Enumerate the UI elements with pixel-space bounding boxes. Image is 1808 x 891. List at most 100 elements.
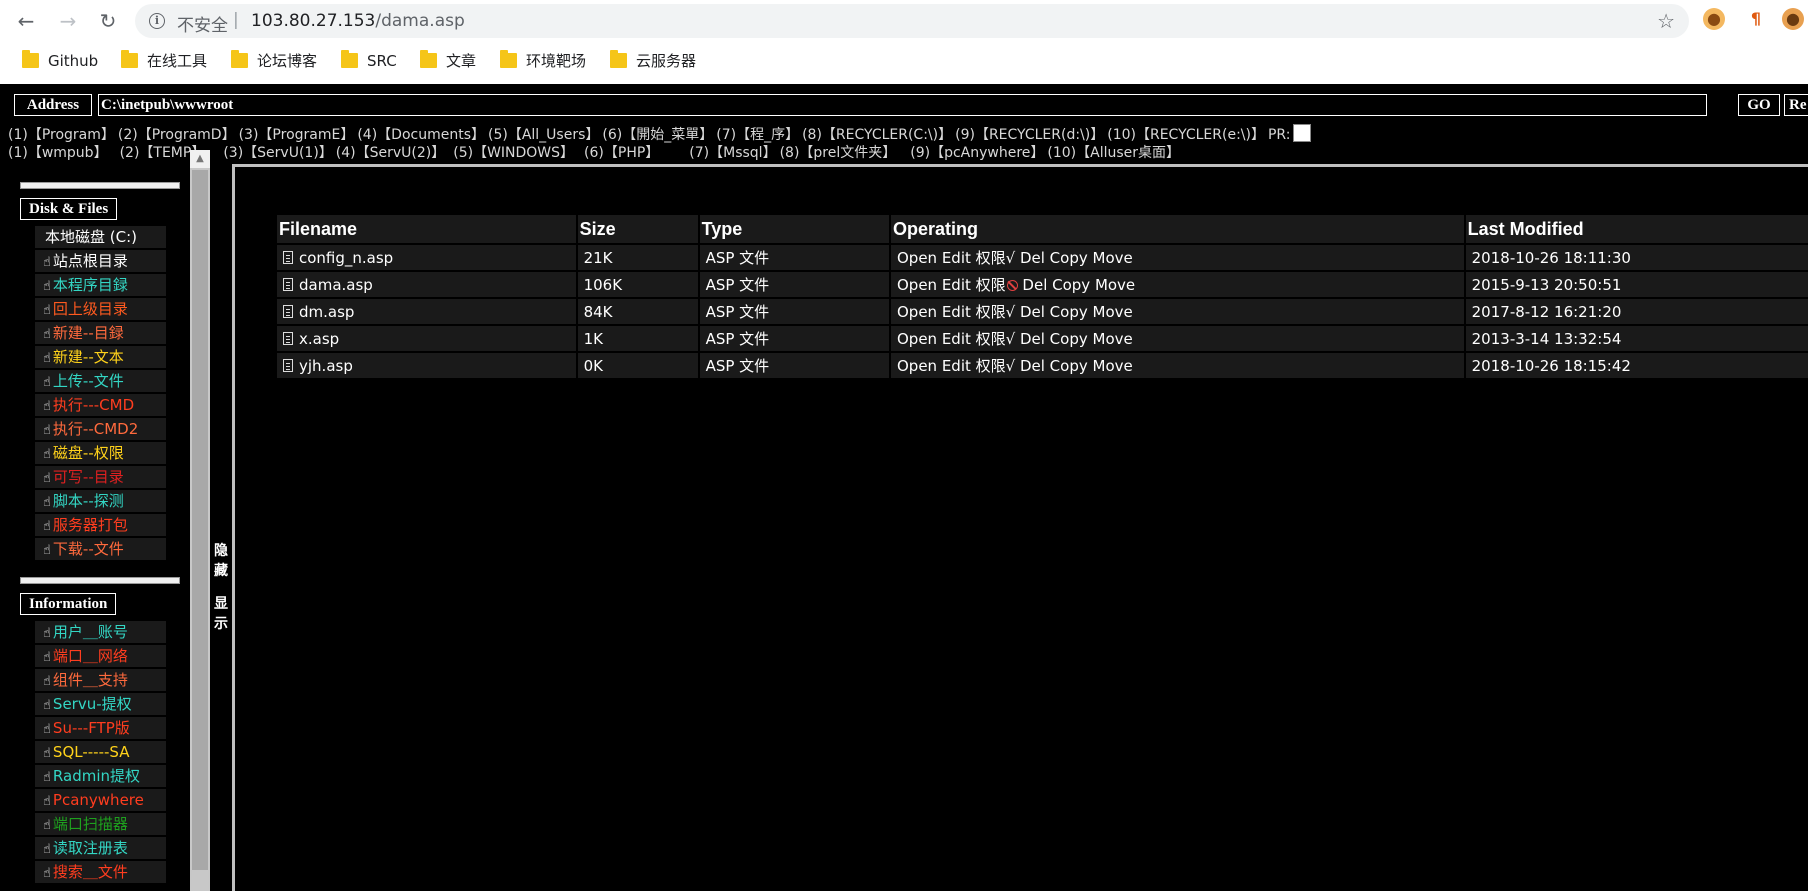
filename-text[interactable]: dama.asp [299,276,373,294]
quick-path-link[interactable]: (3)【ServU(1)】 [223,145,332,161]
disk-menu-item[interactable]: ☝ 脚本--探测 [35,490,166,512]
info-menu-item[interactable]: ☝ Pcanywhere [35,789,166,811]
menu-item-label: 本程序目録 [52,276,128,294]
filename-cell[interactable]: yjh.asp [277,353,576,378]
quick-path-link[interactable]: (4)【Documents】 [357,127,485,143]
info-menu-item[interactable]: ☝ 端口＿网络 [35,645,166,667]
go-button[interactable]: GO [1738,94,1780,116]
ops-links[interactable]: Del Copy Move [1018,276,1135,294]
quick-path-link[interactable]: (10)【RECYCLER(e:\)】 [1107,127,1265,143]
disk-menu-item[interactable]: ☝ 新建--文本 [35,346,166,368]
filename-cell[interactable]: dm.asp [277,299,576,324]
bookmark-label: Github [48,52,99,70]
disk-menu-item[interactable]: ☝ 站点根目录 [35,250,166,272]
bookmark-star-icon[interactable]: ☆ [1657,9,1675,33]
quick-path-link[interactable]: (9)【RECYCLER(d:\)】 [955,127,1104,143]
info-menu-item[interactable]: ☝ 读取注册表 [35,837,166,859]
quick-path-link[interactable]: (9)【pcAnywhere】 [910,145,1044,161]
quick-path-link[interactable]: (5)【All_Users】 [488,127,599,143]
ops-links[interactable]: Del Copy Move [1015,303,1133,321]
quick-path-link[interactable]: (3)【ProgramE】 [239,127,355,143]
extension-pilcrow-icon[interactable]: ¶ [1745,8,1767,30]
hide-sidebar-toggle[interactable]: 隐藏 [212,541,230,581]
reload-icon[interactable]: ↻ [96,9,120,33]
disk-menu-item[interactable]: ☝ 执行---CMD [35,394,166,416]
url-text[interactable]: 103.80.27.153/dama.asp [251,11,465,31]
ops-links[interactable]: Open Edit 权限 [897,303,1006,321]
filename-cell[interactable]: x.asp [277,326,576,351]
show-sidebar-toggle[interactable]: 显示 [212,594,230,634]
file-icon [283,358,293,372]
disk-menu-item[interactable]: ☝ 下载--文件 [35,538,166,560]
ops-links[interactable]: Del Copy Move [1015,249,1133,267]
ops-links[interactable]: Open Edit 权限 [897,330,1006,348]
header-size: Size [577,215,698,243]
filename-text[interactable]: config_n.asp [299,249,393,267]
drive-c-link[interactable]: 本地磁盘 (C:) [35,226,166,248]
info-icon[interactable]: i [149,13,165,29]
disk-menu-item[interactable]: ☝ 上传--文件 [35,370,166,392]
scroll-up-arrow-icon[interactable]: ▲ [190,150,210,168]
info-menu-item[interactable]: ☝ 搜索＿文件 [35,861,166,883]
permission-check-icon: √ [1005,330,1016,348]
disk-menu-item[interactable]: ☝ 可写--目录 [35,466,166,488]
quick-path-link[interactable]: (1)【Program】 [8,127,115,143]
forward-arrow-icon[interactable]: → [56,9,80,33]
quick-path-link[interactable]: (7)【Mssql】 [689,145,776,161]
quick-path-link[interactable]: (4)【ServU(2)】 [336,145,445,161]
ops-links[interactable]: Del Copy Move [1015,330,1133,348]
info-menu-item[interactable]: ☝ Su---FTP版 [35,717,166,739]
ops-links[interactable]: Del Copy Move [1015,357,1133,375]
file-panel: Filename Size Type Operating Last Modifi… [232,164,1808,891]
filename-text[interactable]: yjh.asp [299,357,353,375]
bookmark-src[interactable]: SRC [341,50,397,72]
ops-links[interactable]: Open Edit 权限 [897,276,1006,294]
bookmark-github[interactable]: Github [22,50,98,72]
insecure-label: 不安全 [177,16,228,36]
omnibox[interactable]: i 不安全 | 103.80.27.153/dama.asp ☆ [135,4,1689,38]
disk-menu-item[interactable]: ☝ 本程序目録 [35,274,166,296]
quick-path-link[interactable]: (8)【prel文件夹】 [780,145,897,161]
table-row: dm.asp 84K ASP 文件 Open Edit 权限√ Del Copy Mo… [277,299,1808,324]
back-arrow-icon[interactable]: ← [14,9,38,33]
info-menu-item[interactable]: ☝ 端口扫描器 [35,813,166,835]
quick-path-link[interactable]: (6)【開始_菜單】 [602,127,713,143]
quick-path-link[interactable]: (8)【RECYCLER(C:\)】 [802,127,952,143]
bookmark-cloud-server[interactable]: 云服务器 [610,50,696,72]
bookmark-forum-blog[interactable]: 论坛博客 [231,50,317,72]
disk-menu-item[interactable]: ☝ 执行--CMD2 [35,418,166,440]
ops-links[interactable]: Open Edit 权限 [897,357,1006,375]
re-button[interactable]: Re [1784,94,1808,116]
info-menu-item[interactable]: ☝ Servu-提权 [35,693,166,715]
filename-cell[interactable]: config_n.asp [277,245,576,270]
quick-path-link[interactable]: (1)【wmpub】 [8,145,108,161]
bookmark-articles[interactable]: 文章 [420,50,476,72]
ops-links[interactable]: Open Edit 权限 [897,249,1006,267]
bookmark-online-tools[interactable]: 在线工具 [121,50,207,72]
quick-path-link[interactable]: (7)【程_序】 [716,127,799,143]
scroll-thumb[interactable] [192,170,208,870]
bookmark-env-range[interactable]: 环境靶场 [500,50,586,72]
disk-menu-item[interactable]: ☝ 新建--目録 [35,322,166,344]
menu-item-label: 执行--CMD2 [52,420,139,438]
menu-item-label: 站点根目录 [52,252,128,270]
filename-text[interactable]: dm.asp [299,303,354,321]
filename-text[interactable]: x.asp [299,330,339,348]
info-menu-item[interactable]: ☝ 组件＿支持 [35,669,166,691]
quick-path-link[interactable]: (10)【Alluser桌面】 [1047,145,1180,161]
info-menu-item[interactable]: ☝ 用户＿账号 [35,621,166,643]
quick-path-link[interactable]: (2)【ProgramD】 [118,127,236,143]
filename-cell[interactable]: dama.asp [277,272,576,297]
info-menu-item[interactable]: ☝ SQL-----SA [35,741,166,763]
disk-menu-item[interactable]: ☝ 回上级目录 [35,298,166,320]
quick-path-link[interactable]: (6)【PHP】 [584,145,659,161]
extension-cookie2-icon[interactable]: ● [1782,8,1804,30]
quick-path-link[interactable]: (5)【WINDOWS】 [453,145,574,161]
permission-check-icon: √ [1005,249,1016,267]
address-input[interactable]: C:\inetpub\wwwroot [98,94,1707,116]
disk-menu-item[interactable]: ☝ 服务器打包 [35,514,166,536]
sidebar-scrollbar[interactable]: ▲ [190,150,210,891]
info-menu-item[interactable]: ☝ Radmin提权 [35,765,166,787]
extension-cookie-icon[interactable]: ● [1703,8,1725,30]
disk-menu-item[interactable]: ☝ 磁盘--权限 [35,442,166,464]
